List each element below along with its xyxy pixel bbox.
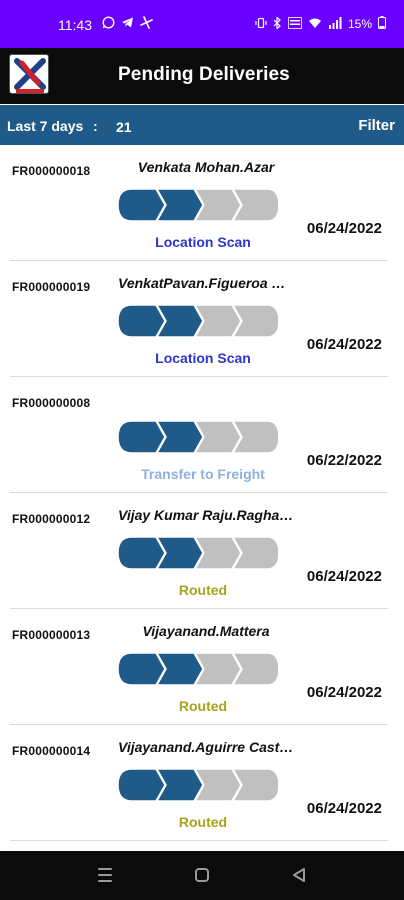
menu-icon[interactable] [93,863,117,887]
delivery-count: 21 [116,119,132,135]
deliveries-list[interactable]: FR000000018 Venkata Mohan.Azar Location Sc… [0,145,404,851]
delivery-status: Location Scan [155,350,251,366]
summary-bar: Last 7 days : 21 Filter [0,105,404,145]
delivery-row[interactable]: FR000000014 Vijayanand.Aguirre Castillo Ro… [0,725,404,841]
delivery-id: FR000000014 [12,744,91,758]
delivery-id: FR000000019 [12,280,91,294]
delivery-id: FR000000008 [12,396,91,410]
progress-step-complete [118,420,166,454]
status-time: 11:43 [58,17,92,33]
whatsapp-icon [102,16,115,32]
filter-button[interactable]: Filter [358,117,395,134]
recipient-name: Vijay Kumar Raju.Raghavan [118,507,294,523]
back-icon[interactable] [287,863,311,887]
app-bar: Pending Deliveries [0,48,404,104]
delivery-id: FR000000013 [12,628,91,642]
recipient-name: Vijayanand.Mattera [142,623,270,639]
delivery-row[interactable]: FR000000012 Vijay Kumar Raju.Raghavan Rout… [0,493,404,609]
delivery-date: 06/24/2022 [306,568,382,585]
progress-step-complete [118,188,166,222]
delivery-row[interactable]: FR000000019 VenkatPavan.Figueroa Gaspar Lo… [0,261,404,377]
delivery-date: 06/24/2022 [306,336,382,353]
recipient-name: VenkatPavan.Figueroa Gaspar [118,275,294,291]
status-bar: 11:43 15% [0,0,404,48]
volte-icon [288,16,302,32]
fan-icon [140,16,153,32]
delivery-status: Routed [178,582,228,598]
delivery-status: Routed [178,698,228,714]
delivery-row[interactable]: FR000000008 Transfer to Freight 06/22/2022 [0,377,404,493]
vibrate-icon [255,17,267,32]
status-right-icons: 15% [255,15,386,32]
app-logo-x-icon [9,54,49,94]
telegram-icon [121,16,134,32]
delivery-date: 06/24/2022 [306,220,382,237]
wifi-icon [308,17,322,32]
delivery-row[interactable]: FR000000018 Venkata Mohan.Azar Location Sc… [0,145,404,261]
progress-steps [118,420,278,454]
delivery-date: 06/24/2022 [306,800,382,817]
delivery-status: Routed [178,814,228,830]
bluetooth-icon [273,15,282,32]
page-title: Pending Deliveries [118,64,290,85]
delivery-id: FR000000012 [12,512,91,526]
delivery-status: Transfer to Freight [141,466,265,482]
progress-steps [118,188,278,222]
progress-step-complete [118,304,166,338]
home-icon[interactable] [190,863,214,887]
progress-step-complete [118,768,166,802]
progress-steps [118,536,278,570]
delivery-row[interactable]: FR000000013 Vijayanand.Mattera Routed 06/24… [0,609,404,725]
battery-icon [378,16,386,32]
progress-step-complete [118,536,166,570]
row-divider [10,840,388,841]
battery-percent: 15% [347,17,372,31]
signal-icon [328,16,342,32]
progress-steps [118,768,278,802]
progress-step-complete [118,652,166,686]
status-left-icons [102,16,153,32]
delivery-id: FR000000018 [12,164,91,178]
delivery-date: 06/22/2022 [306,452,382,469]
progress-steps [118,304,278,338]
system-nav-bar [0,851,404,900]
progress-steps [118,652,278,686]
delivery-date: 06/24/2022 [306,684,382,701]
recipient-name: Venkata Mohan.Azar [137,159,275,175]
date-range-label[interactable]: Last 7 days [7,118,83,134]
recipient-name: Vijayanand.Aguirre Castillo [118,739,294,755]
delivery-status: Location Scan [155,234,251,250]
summary-colon: : [93,118,98,134]
